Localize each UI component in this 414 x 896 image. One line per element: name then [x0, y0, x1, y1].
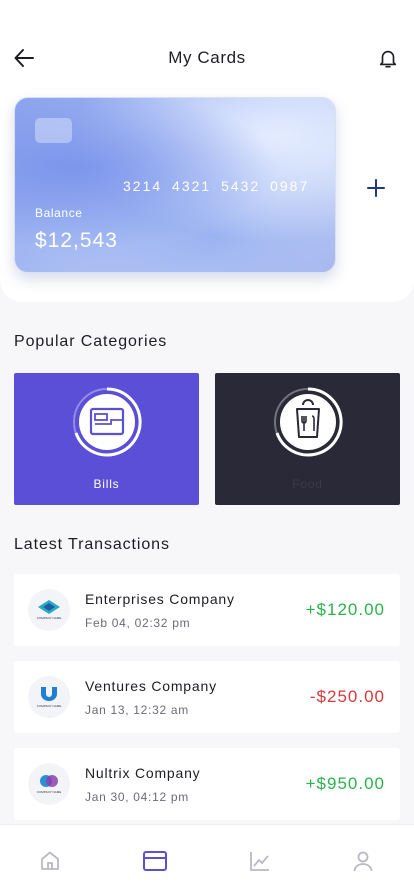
home-icon: [41, 851, 59, 870]
company-logo: COMPANY NAME: [28, 763, 70, 805]
card-icon: [143, 851, 167, 871]
card-number: 3214 4321 5432 0987: [123, 178, 310, 194]
category-food[interactable]: Food: [215, 373, 400, 505]
transaction-name: Enterprises Company: [85, 591, 235, 607]
transaction-item[interactable]: COMPANY NAME Enterprises Company Feb 04,…: [14, 574, 400, 646]
company-logo: COMPANY NAME: [28, 589, 70, 631]
nav-profile[interactable]: [349, 847, 377, 875]
transaction-date: Jan 13, 12:32 am: [85, 703, 189, 717]
wallet-icon: [72, 387, 142, 457]
category-bills[interactable]: Bills: [14, 373, 199, 505]
transaction-date: Feb 04, 02:32 pm: [85, 616, 191, 630]
add-card-button[interactable]: [360, 172, 392, 204]
nav-stats[interactable]: [246, 847, 274, 875]
food-bag-icon: [273, 387, 343, 457]
company-logo-text: COMPANY NAME: [36, 616, 62, 620]
transaction-date: Jan 30, 04:12 pm: [85, 790, 189, 804]
transaction-item[interactable]: COMPANY NAME Ventures Company Jan 13, 12…: [14, 661, 400, 733]
card-chip: [35, 118, 72, 143]
category-label: Food: [292, 477, 323, 491]
transaction-name: Nultrix Company: [85, 765, 201, 781]
transaction-amount: -$250.00: [309, 687, 385, 706]
plus-icon: [367, 179, 385, 197]
profile-icon: [353, 851, 373, 872]
bell-icon: [379, 50, 397, 68]
bottom-nav: [0, 824, 414, 896]
transaction-name: Ventures Company: [85, 678, 217, 694]
category-label: Bills: [93, 477, 120, 491]
transaction-amount: +$950.00: [305, 774, 385, 793]
company-logo-text: COMPANY NAME: [36, 790, 62, 794]
header: My Cards: [0, 36, 414, 80]
nav-home[interactable]: [36, 847, 64, 875]
page-title: My Cards: [168, 48, 246, 67]
balance-value: $12,543: [35, 229, 118, 252]
company-logo-text: COMPANY NAME: [36, 704, 62, 708]
transactions-title: Latest Transactions: [14, 536, 170, 553]
balance-label: Balance: [35, 206, 83, 220]
u-logo-icon: [41, 687, 57, 701]
credit-card[interactable]: 3214 4321 5432 0987 Balance $12,543: [14, 97, 336, 273]
diamond-logo-icon: [38, 600, 60, 614]
nav-cards[interactable]: [141, 847, 169, 875]
notifications-button[interactable]: [372, 42, 404, 74]
transaction-item[interactable]: COMPANY NAME Nultrix Company Jan 30, 04:…: [14, 748, 400, 820]
company-logo: COMPANY NAME: [28, 676, 70, 718]
categories-title: Popular Categories: [14, 333, 168, 350]
chart-icon: [250, 852, 269, 871]
transaction-amount: +$120.00: [305, 600, 385, 619]
circles-logo-icon: [40, 775, 58, 787]
